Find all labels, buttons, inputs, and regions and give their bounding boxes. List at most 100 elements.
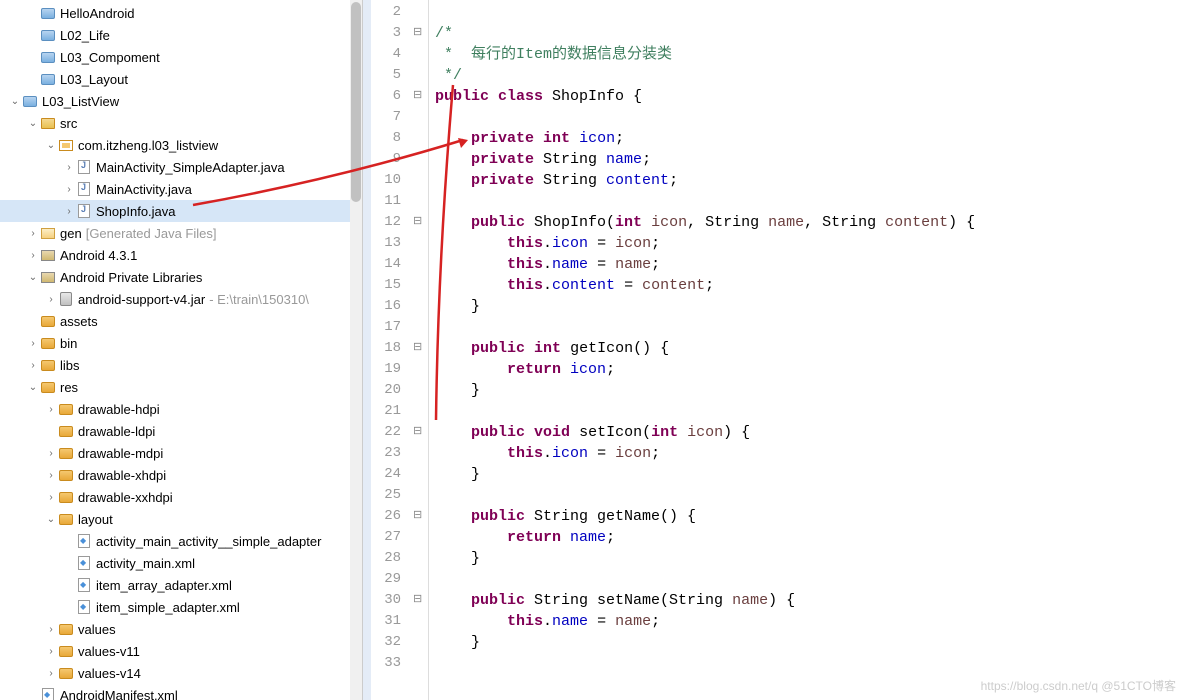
tree-item-mainactivity-simpleadapter-java[interactable]: ›MainActivity_SimpleAdapter.java [0,156,362,178]
code-line[interactable]: this.icon = icon; [435,233,1184,254]
tree-expand-arrow[interactable]: › [44,668,58,679]
tree-item-gen[interactable]: ›gen[Generated Java Files] [0,222,362,244]
code-line[interactable]: } [435,632,1184,653]
tree-item-l02-life[interactable]: ·L02_Life [0,24,362,46]
tree-expand-arrow[interactable]: › [62,184,76,195]
fold-column[interactable] [411,0,429,700]
fold-marker[interactable] [411,86,428,107]
tree-expand-arrow[interactable]: ⌄ [26,272,40,283]
tree-scrollbar-track[interactable] [350,0,362,700]
code-line[interactable]: public class ShopInfo { [435,86,1184,107]
fold-marker[interactable] [411,338,428,359]
tree-item-drawable-xhdpi[interactable]: ›drawable-xhdpi [0,464,362,486]
tree-expand-arrow[interactable]: › [26,360,40,371]
code-area[interactable]: /* * 每行的Item的数据信息分装类 */public class Shop… [429,0,1184,700]
tree-expand-arrow[interactable]: ⌄ [44,514,58,525]
code-line[interactable]: this.content = content; [435,275,1184,296]
tree-expand-arrow[interactable]: ⌄ [44,140,58,151]
tree-expand-arrow[interactable]: › [44,624,58,635]
code-line[interactable] [435,401,1184,422]
project-tree[interactable]: ·HelloAndroid·L02_Life·L03_Compoment·L03… [0,0,362,700]
code-line[interactable]: } [435,464,1184,485]
code-line[interactable]: * 每行的Item的数据信息分装类 [435,44,1184,65]
tree-expand-arrow[interactable]: › [44,404,58,415]
tree-item-libs[interactable]: ›libs [0,354,362,376]
code-line[interactable]: public ShopInfo(int icon, String name, S… [435,212,1184,233]
tree-item-android-support-v4-jar[interactable]: ›android-support-v4.jar - E:\train\15031… [0,288,362,310]
code-line[interactable]: this.icon = icon; [435,443,1184,464]
code-line[interactable]: } [435,380,1184,401]
tree-item-res[interactable]: ⌄res [0,376,362,398]
tree-item-activity-main-xml[interactable]: ·activity_main.xml [0,552,362,574]
tree-expand-arrow[interactable]: › [44,646,58,657]
line-number: 17 [371,317,411,338]
tree-item-bin[interactable]: ›bin [0,332,362,354]
code-line[interactable]: public int getIcon() { [435,338,1184,359]
tree-item-drawable-mdpi[interactable]: ›drawable-mdpi [0,442,362,464]
code-line[interactable]: this.name = name; [435,254,1184,275]
fold-marker[interactable] [411,422,428,443]
tree-expand-arrow[interactable]: › [62,162,76,173]
tree-item-values[interactable]: ›values [0,618,362,640]
tree-item-item-array-adapter-xml[interactable]: ·item_array_adapter.xml [0,574,362,596]
code-line[interactable] [435,485,1184,506]
code-line[interactable]: public void setIcon(int icon) { [435,422,1184,443]
tree-scrollbar-thumb[interactable] [351,2,361,202]
code-editor[interactable]: 2345678910111213141516171819202122232425… [363,0,1184,700]
code-line[interactable] [435,107,1184,128]
project-explorer[interactable]: ·HelloAndroid·L02_Life·L03_Compoment·L03… [0,0,363,700]
tree-item-values-v14[interactable]: ›values-v14 [0,662,362,684]
tree-item-l03-layout[interactable]: ·L03_Layout [0,68,362,90]
tree-expand-arrow[interactable]: › [44,448,58,459]
tree-item-mainactivity-java[interactable]: ›MainActivity.java [0,178,362,200]
tree-item-drawable-ldpi[interactable]: ·drawable-ldpi [0,420,362,442]
tree-item-activity-main-activity-simple-adapter[interactable]: ·activity_main_activity__simple_adapter [0,530,362,552]
tree-item-com-itzheng-l03-listview[interactable]: ⌄com.itzheng.l03_listview [0,134,362,156]
tree-expand-arrow[interactable]: ⌄ [26,382,40,393]
code-line[interactable]: this.name = name; [435,611,1184,632]
code-line[interactable]: /* [435,23,1184,44]
code-line[interactable] [435,317,1184,338]
tree-expand-arrow[interactable]: › [44,294,58,305]
tree-expand-arrow[interactable]: › [62,206,76,217]
tree-item-layout[interactable]: ⌄layout [0,508,362,530]
tree-expand-arrow[interactable]: ⌄ [8,96,22,107]
tree-item-androidmanifest-xml[interactable]: ·AndroidManifest.xml [0,684,362,700]
tree-item-values-v11[interactable]: ›values-v11 [0,640,362,662]
fold-marker[interactable] [411,590,428,611]
tree-item-l03-listview[interactable]: ⌄L03_ListView [0,90,362,112]
tree-item-item-simple-adapter-xml[interactable]: ·item_simple_adapter.xml [0,596,362,618]
tree-item-android-4-3-1[interactable]: ›Android 4.3.1 [0,244,362,266]
code-line[interactable]: } [435,296,1184,317]
fold-marker[interactable] [411,506,428,527]
code-line[interactable]: public String setName(String name) { [435,590,1184,611]
code-line[interactable]: } [435,548,1184,569]
tree-item-android-private-libraries[interactable]: ⌄Android Private Libraries [0,266,362,288]
code-line[interactable] [435,191,1184,212]
tree-expand-arrow[interactable]: ⌄ [26,118,40,129]
tree-item-l03-compoment[interactable]: ·L03_Compoment [0,46,362,68]
tree-item-src[interactable]: ⌄src [0,112,362,134]
tree-item-drawable-hdpi[interactable]: ›drawable-hdpi [0,398,362,420]
tree-item-assets[interactable]: ·assets [0,310,362,332]
code-line[interactable]: private String content; [435,170,1184,191]
tree-expand-arrow[interactable]: › [26,338,40,349]
fold-marker[interactable] [411,23,428,44]
code-line[interactable]: */ [435,65,1184,86]
tree-item-shopinfo-java[interactable]: ›ShopInfo.java [0,200,362,222]
code-line[interactable] [435,569,1184,590]
code-line[interactable]: return name; [435,527,1184,548]
tree-expand-arrow[interactable]: › [44,470,58,481]
code-line[interactable]: private int icon; [435,128,1184,149]
fold-marker[interactable] [411,212,428,233]
code-line[interactable]: return icon; [435,359,1184,380]
tree-expand-arrow[interactable]: › [26,228,40,239]
tree-expand-arrow[interactable]: › [44,492,58,503]
tree-item-helloandroid[interactable]: ·HelloAndroid [0,2,362,24]
tree-expand-arrow[interactable]: › [26,250,40,261]
code-line[interactable]: public String getName() { [435,506,1184,527]
code-line[interactable] [435,653,1184,674]
tree-item-drawable-xxhdpi[interactable]: ›drawable-xxhdpi [0,486,362,508]
code-line[interactable]: private String name; [435,149,1184,170]
code-line[interactable] [435,2,1184,23]
